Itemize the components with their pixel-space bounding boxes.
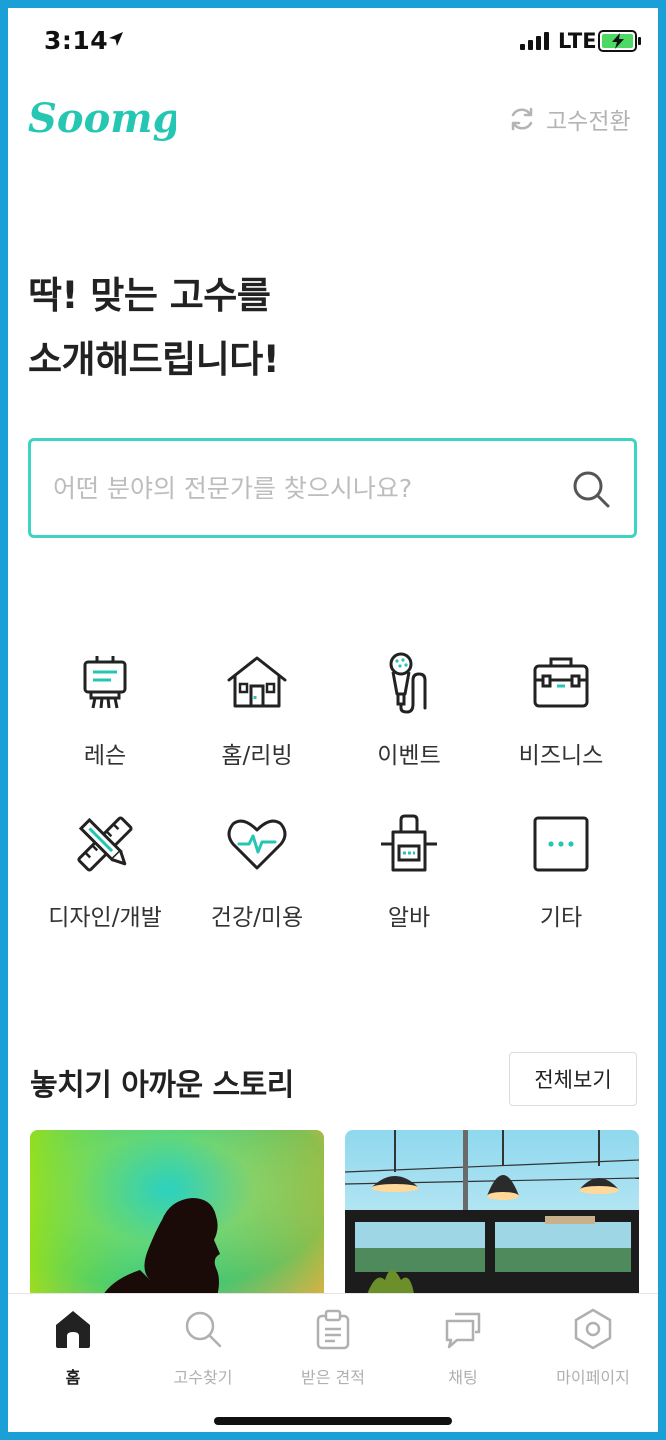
category-health-beauty[interactable]: 건강/미용: [181, 812, 333, 932]
status-bar: 3:14 LTE: [8, 8, 658, 68]
category-label: 알바: [387, 905, 431, 931]
home-icon: [56, 1311, 90, 1348]
tab-home[interactable]: 홈: [8, 1308, 138, 1388]
category-label: 홈/리빙: [221, 743, 293, 769]
pro-switch-button[interactable]: 고수전환: [508, 102, 631, 136]
profile-hexagon-icon: [574, 1308, 612, 1350]
house-icon: [227, 656, 287, 708]
tab-label: 홈: [65, 1368, 81, 1387]
hero-title: 딱! 맞는 고수를 소개해드립니다!: [28, 274, 280, 381]
tab-received-quotes[interactable]: 받은 견적: [268, 1308, 398, 1388]
story-thumbnail-cafe: [345, 1130, 639, 1300]
refresh-icon: [511, 107, 533, 131]
category-etc[interactable]: 기타: [485, 812, 637, 932]
category-label: 레슨: [83, 743, 127, 769]
pro-switch-label: 고수전환: [546, 109, 631, 135]
location-arrow-icon: [109, 32, 123, 46]
category-label: 디자인/개발: [48, 905, 162, 931]
signal-bars-icon: [520, 32, 549, 50]
status-time: 3:14: [44, 26, 109, 55]
search-bar[interactable]: [28, 438, 637, 538]
tab-label: 받은 견적: [301, 1368, 365, 1387]
category-label: 이벤트: [377, 743, 441, 769]
search-icon[interactable]: [571, 469, 611, 509]
heartbeat-icon: [227, 819, 287, 870]
category-label: 기타: [539, 905, 583, 931]
story-card-1[interactable]: [30, 1130, 324, 1300]
tab-chat[interactable]: 채팅: [398, 1308, 528, 1388]
tab-label: 채팅: [448, 1368, 478, 1387]
tab-label: 마이페이지: [556, 1368, 630, 1387]
pencil-ruler-icon: [77, 816, 133, 872]
category-design-dev[interactable]: 디자인/개발: [29, 812, 181, 932]
soomgo-logo[interactable]: Soomgo: [26, 86, 176, 150]
easel-icon: [83, 656, 127, 709]
network-label: LTE: [558, 29, 597, 53]
category-label: 건강/미용: [210, 905, 304, 931]
battery-charging-icon: [598, 30, 641, 52]
tab-label: 고수찾기: [173, 1368, 233, 1387]
category-event[interactable]: 이벤트: [333, 650, 485, 770]
search-input[interactable]: [53, 441, 553, 535]
search-icon: [185, 1311, 222, 1348]
category-lesson[interactable]: 레슨: [29, 650, 181, 770]
tab-my-page[interactable]: 마이페이지: [528, 1308, 658, 1388]
category-business[interactable]: 비즈니스: [485, 650, 637, 770]
story-thumbnail-silhouette: [30, 1130, 324, 1300]
clipboard-icon: [316, 1309, 350, 1350]
category-label: 비즈니스: [518, 743, 604, 769]
view-all-button[interactable]: 전체보기: [509, 1052, 637, 1106]
briefcase-icon: [533, 657, 589, 708]
tab-find-pro[interactable]: 고수찾기: [138, 1308, 268, 1388]
home-indicator: [214, 1417, 452, 1425]
microphone-icon: [389, 652, 427, 714]
more-icon: [533, 816, 589, 872]
category-part-time[interactable]: 알바: [333, 812, 485, 932]
stories-section-title: 놓치기 아까운 스토리: [30, 1068, 294, 1103]
apron-icon: [381, 814, 437, 872]
chat-icon: [445, 1312, 481, 1349]
story-card-2[interactable]: [345, 1130, 639, 1300]
category-home-living[interactable]: 홈/리빙: [181, 650, 333, 770]
svg-text:Soomgo: Soomgo: [28, 95, 176, 142]
app-screen: 3:14 LTE Soomgo 고수전환 딱! 맞는 고수를 소: [8, 8, 658, 1432]
bottom-tab-bar: 홈 고수찾기 받은 견적 채팅 마이페이지: [8, 1293, 658, 1432]
